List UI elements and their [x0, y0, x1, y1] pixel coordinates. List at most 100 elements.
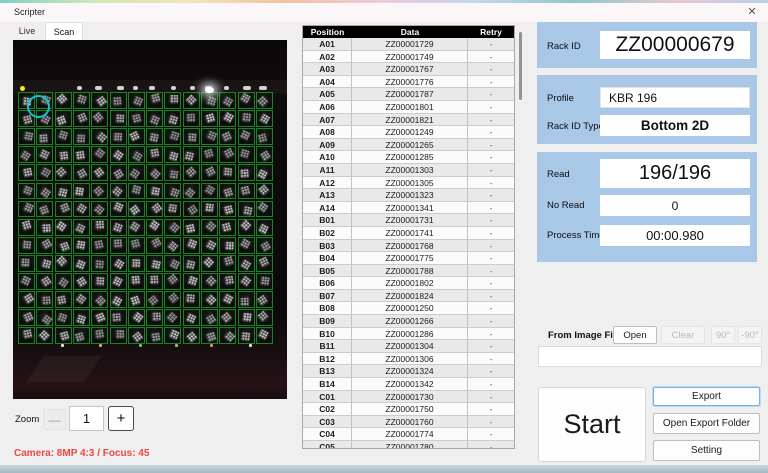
- table-row[interactable]: C02ZZ00001750-: [303, 403, 514, 416]
- table-row[interactable]: A07ZZ00001821-: [303, 114, 514, 127]
- cell-retry: -: [468, 365, 514, 378]
- profile-panel: Profile KBR 196 ▼ Rack ID Type Bottom 2D: [537, 75, 757, 144]
- image-file-path-field[interactable]: [538, 346, 762, 367]
- table-row[interactable]: C04ZZ00001774-: [303, 428, 514, 441]
- tube-cell: [238, 92, 255, 109]
- datamatrix-code: [22, 114, 32, 124]
- table-row[interactable]: A04ZZ00001776-: [303, 76, 514, 89]
- zoom-decrease-button[interactable]: —: [43, 409, 66, 430]
- datamatrix-code: [258, 184, 269, 195]
- table-row[interactable]: B07ZZ00001824-: [303, 290, 514, 303]
- table-row[interactable]: C03ZZ00001760-: [303, 416, 514, 429]
- datamatrix-code: [131, 239, 141, 249]
- read-results-panel: Read 196/196 No Read 0 Process Time 00:0…: [537, 152, 757, 262]
- table-row[interactable]: B04ZZ00001775-: [303, 252, 514, 265]
- tube-cell: [18, 128, 35, 145]
- export-button[interactable]: Export: [653, 387, 760, 406]
- zoom-increase-button[interactable]: +: [108, 406, 134, 431]
- datamatrix-code: [77, 277, 88, 288]
- table-row[interactable]: C01ZZ00001730-: [303, 391, 514, 404]
- tube-cell: [164, 273, 181, 290]
- datamatrix-code: [129, 168, 140, 179]
- rotate-ccw-button[interactable]: -90°: [738, 326, 762, 344]
- tube-cell: [55, 237, 72, 254]
- clear-image-button[interactable]: Clear: [661, 326, 705, 344]
- profile-select[interactable]: KBR 196: [600, 87, 750, 108]
- setting-button[interactable]: Setting: [653, 440, 760, 461]
- table-row[interactable]: A01ZZ00001729-: [303, 38, 514, 51]
- tube-cell: [164, 183, 181, 200]
- tab-scan[interactable]: Scan: [45, 22, 83, 41]
- table-row[interactable]: A11ZZ00001303-: [303, 164, 514, 177]
- table-row[interactable]: A05ZZ00001787-: [303, 88, 514, 101]
- table-row[interactable]: B11ZZ00001304-: [303, 340, 514, 353]
- table-row[interactable]: A13ZZ00001323-: [303, 189, 514, 202]
- table-scrollbar[interactable]: [519, 32, 522, 100]
- open-image-button[interactable]: Open: [613, 326, 657, 344]
- table-row[interactable]: A12ZZ00001305-: [303, 177, 514, 190]
- zoom-value-field[interactable]: 1: [69, 406, 104, 431]
- datamatrix-code: [21, 220, 31, 230]
- table-row[interactable]: C05ZZ00001780-: [303, 441, 514, 449]
- cell-position: A07: [303, 114, 352, 127]
- datamatrix-code: [205, 221, 216, 232]
- datamatrix-code: [95, 329, 104, 338]
- table-row[interactable]: B10ZZ00001286-: [303, 328, 514, 341]
- datamatrix-code: [132, 331, 143, 342]
- datamatrix-code: [42, 296, 51, 305]
- datamatrix-code: [77, 95, 87, 105]
- tube-cell: [238, 110, 255, 127]
- datamatrix-code: [41, 276, 52, 287]
- tube-cell: [238, 255, 255, 272]
- datamatrix-code: [240, 169, 249, 178]
- table-row[interactable]: A14ZZ00001341-: [303, 202, 514, 215]
- table-row[interactable]: B09ZZ00001266-: [303, 315, 514, 328]
- table-row[interactable]: A02ZZ00001749-: [303, 51, 514, 64]
- table-row[interactable]: B08ZZ00001250-: [303, 302, 514, 315]
- table-row[interactable]: B03ZZ00001768-: [303, 240, 514, 253]
- cell-retry: -: [468, 164, 514, 177]
- datamatrix-code: [131, 276, 140, 285]
- cell-data: ZZ00001767: [352, 63, 468, 76]
- table-row[interactable]: B14ZZ00001342-: [303, 378, 514, 391]
- tube-cell: [256, 92, 273, 109]
- tube-cell: [73, 309, 90, 326]
- table-row[interactable]: B13ZZ00001324-: [303, 365, 514, 378]
- camera-reflection: [190, 86, 195, 90]
- rotate-cw-button[interactable]: 90°: [711, 326, 735, 344]
- table-row[interactable]: A08ZZ00001249-: [303, 126, 514, 139]
- results-table[interactable]: Position Data Retry A01ZZ00001729-A02ZZ0…: [302, 25, 515, 449]
- table-row[interactable]: A09ZZ00001265-: [303, 139, 514, 152]
- datamatrix-code: [20, 276, 31, 287]
- tab-live[interactable]: Live: [10, 22, 44, 40]
- table-row[interactable]: B06ZZ00001802-: [303, 277, 514, 290]
- cell-data: ZZ00001730: [352, 391, 468, 404]
- tube-cell: [55, 146, 72, 163]
- table-row[interactable]: B02ZZ00001741-: [303, 227, 514, 240]
- table-row[interactable]: B12ZZ00001306-: [303, 353, 514, 366]
- datamatrix-code: [75, 332, 85, 342]
- datamatrix-code: [186, 166, 197, 177]
- tube-cell: [164, 128, 181, 145]
- start-button[interactable]: Start: [538, 387, 646, 462]
- datamatrix-code: [187, 205, 198, 216]
- table-row[interactable]: B05ZZ00001788-: [303, 265, 514, 278]
- open-export-folder-button[interactable]: Open Export Folder: [653, 413, 760, 434]
- table-row[interactable]: A06ZZ00001801-: [303, 101, 514, 114]
- table-row[interactable]: A10ZZ00001285-: [303, 151, 514, 164]
- tube-cell: [219, 309, 236, 326]
- tube-cell: [73, 327, 90, 344]
- table-row[interactable]: A03ZZ00001767-: [303, 63, 514, 76]
- cell-position: A12: [303, 177, 352, 190]
- tube-cell: [36, 219, 53, 236]
- table-row[interactable]: B01ZZ00001731-: [303, 214, 514, 227]
- camera-view[interactable]: [13, 40, 287, 399]
- cell-data: ZZ00001303: [352, 164, 468, 177]
- tube-cell: [219, 327, 236, 344]
- datamatrix-code: [58, 130, 68, 140]
- tube-cell: [219, 219, 236, 236]
- close-icon[interactable]: ✕: [744, 5, 760, 20]
- datamatrix-code: [95, 261, 104, 270]
- tube-cell: [238, 291, 255, 308]
- cell-data: ZZ00001342: [352, 378, 468, 391]
